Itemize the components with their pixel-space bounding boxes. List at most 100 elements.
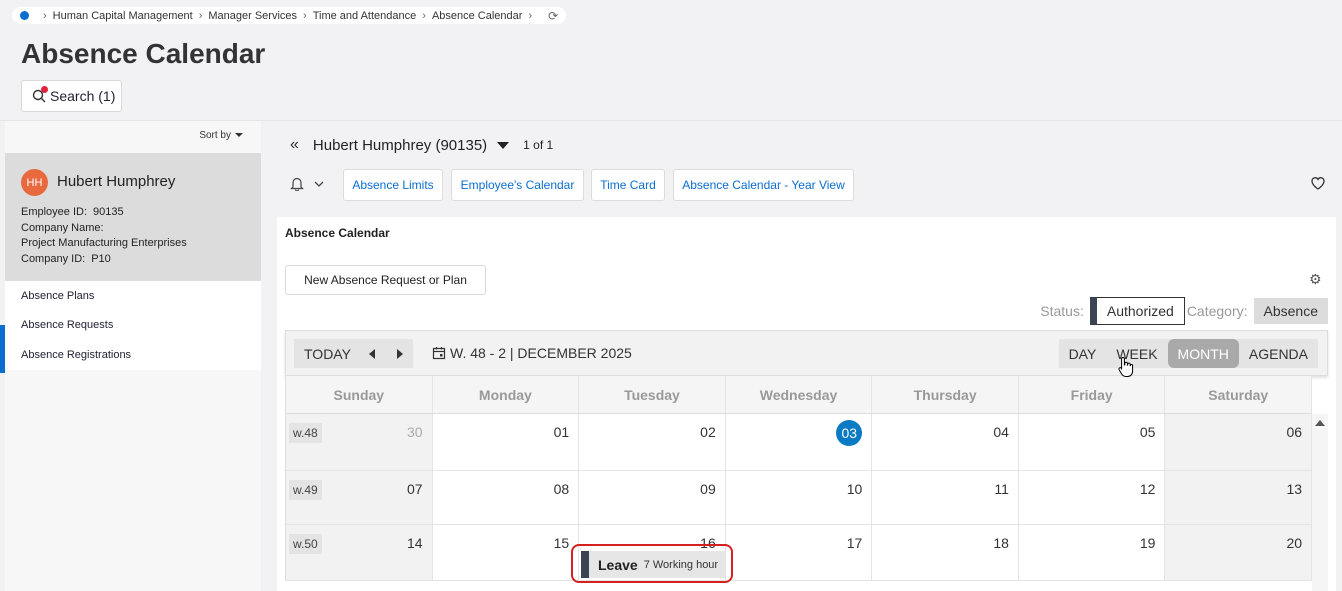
day-number: 07 <box>407 481 423 497</box>
day-number: 13 <box>1286 481 1303 497</box>
day-cell[interactable]: w.50 14 <box>286 525 433 580</box>
active-nav-marker <box>0 325 5 373</box>
weekday-wednesday: Wednesday <box>726 376 873 413</box>
sort-by-dropdown[interactable]: Sort by <box>199 130 243 141</box>
refresh-icon[interactable]: ⟳ <box>548 9 558 23</box>
week-number-badge[interactable]: w.49 <box>289 480 322 500</box>
absence-limits-button[interactable]: Absence Limits <box>343 169 443 201</box>
weekday-sunday: Sunday <box>286 376 433 413</box>
next-arrow-icon[interactable] <box>396 348 403 359</box>
chevron-right-icon: › <box>43 9 47 22</box>
breadcrumb-item-time-attendance[interactable]: Time and Attendance <box>313 10 417 22</box>
search-button[interactable]: Search (1) <box>21 80 122 112</box>
collapse-panel-icon[interactable]: « <box>290 136 299 154</box>
company-name-value: Project Manufacturing Enterprises <box>21 237 187 249</box>
filter-row: Status: Authorized Category: Absence <box>1040 297 1328 325</box>
hand-pointer-cursor-icon <box>1118 356 1134 377</box>
current-date-label: W. 48 - 2 | DECEMBER 2025 <box>450 345 632 361</box>
weekday-monday: Monday <box>433 376 580 413</box>
day-number: 18 <box>993 535 1009 551</box>
day-cell[interactable]: 12 <box>1019 471 1166 524</box>
day-number: 17 <box>846 535 863 551</box>
date-navigation: TODAY <box>294 339 413 368</box>
day-cell[interactable]: 10 <box>726 471 873 524</box>
year-view-button[interactable]: Absence Calendar - Year View <box>673 169 854 201</box>
employees-calendar-button[interactable]: Employee's Calendar <box>451 169 584 201</box>
favorite-heart-icon[interactable] <box>1310 175 1326 191</box>
day-number: 09 <box>700 481 716 497</box>
weekday-tuesday: Tuesday <box>579 376 726 413</box>
view-switcher: DAY WEEK MONTH AGENDA <box>1058 339 1318 368</box>
day-cell[interactable]: 06 <box>1165 414 1313 470</box>
notifications-menu[interactable] <box>290 176 324 191</box>
day-cell[interactable]: 08 <box>433 471 580 524</box>
day-number: 10 <box>846 481 863 497</box>
day-number: 14 <box>407 535 423 551</box>
vertical-scrollbar[interactable] <box>1312 414 1328 591</box>
week-number-badge[interactable]: w.48 <box>289 423 322 443</box>
day-cell[interactable]: 13 <box>1165 471 1313 524</box>
day-cell[interactable]: 01 <box>433 414 580 470</box>
category-filter[interactable]: Absence <box>1253 298 1328 324</box>
view-month-button[interactable]: MONTH <box>1167 339 1239 368</box>
status-filter[interactable]: Authorized <box>1089 297 1185 325</box>
day-number: 20 <box>1286 535 1303 551</box>
chevron-right-icon: › <box>422 9 426 22</box>
page-title: Absence Calendar <box>21 38 266 69</box>
week-row: w.48 30 01 02 03 04 05 06 <box>286 414 1313 471</box>
weekday-friday: Friday <box>1019 376 1166 413</box>
day-number: 11 <box>994 481 1009 497</box>
search-icon <box>32 86 48 103</box>
time-card-button[interactable]: Time Card <box>591 169 665 201</box>
view-day-button[interactable]: DAY <box>1059 339 1107 368</box>
search-label: Search (1) <box>50 88 116 104</box>
date-picker[interactable]: W. 48 - 2 | DECEMBER 2025 <box>432 345 632 361</box>
employee-details: Employee ID: 90135 Company Name: Project … <box>21 205 187 267</box>
view-agenda-button[interactable]: AGENDA <box>1239 339 1318 368</box>
previous-arrow-icon[interactable] <box>368 348 375 359</box>
employee-switch-name[interactable]: Hubert Humphrey (90135) <box>313 137 487 154</box>
sidebar-item-absence-plans[interactable]: Absence Plans <box>5 281 261 311</box>
breadcrumb: › Human Capital Management › Manager Ser… <box>12 7 567 24</box>
day-cell[interactable]: 04 <box>872 414 1019 470</box>
day-cell[interactable]: 18 <box>872 525 1019 580</box>
today-button[interactable]: TODAY <box>304 346 351 362</box>
sidebar-item-absence-requests[interactable]: Absence Requests <box>5 311 261 341</box>
view-week-button[interactable]: WEEK <box>1106 339 1167 368</box>
caret-down-icon[interactable] <box>497 141 510 149</box>
avatar: HH <box>21 169 48 196</box>
sidebar-nav: Absence Plans Absence Requests Absence R… <box>5 281 261 370</box>
day-cell[interactable]: 09 <box>579 471 726 524</box>
day-cell[interactable]: w.48 30 <box>286 414 433 470</box>
gear-icon[interactable]: ⚙ <box>1309 271 1322 288</box>
employee-name: Hubert Humphrey <box>57 173 176 190</box>
employee-id-value: 90135 <box>93 206 124 218</box>
day-cell[interactable]: 03 <box>726 414 873 470</box>
day-cell[interactable]: 05 <box>1019 414 1166 470</box>
chevron-right-icon: › <box>528 9 533 22</box>
sort-by-label: Sort by <box>199 130 231 141</box>
week-number-badge[interactable]: w.50 <box>289 534 322 554</box>
calendar-icon <box>432 347 446 360</box>
breadcrumb-item-hcm[interactable]: Human Capital Management <box>53 10 193 22</box>
day-number: 06 <box>1286 424 1303 440</box>
employee-id-label: Employee ID: <box>21 206 88 218</box>
breadcrumb-item-manager-services[interactable]: Manager Services <box>208 10 297 22</box>
day-cell[interactable]: w.49 07 <box>286 471 433 524</box>
day-cell[interactable]: 02 <box>579 414 726 470</box>
day-cell[interactable]: 11 <box>872 471 1019 524</box>
day-cell[interactable]: 20 <box>1165 525 1313 580</box>
sidebar-item-absence-registrations[interactable]: Absence Registrations <box>5 340 261 370</box>
day-cell[interactable]: 15 <box>433 525 580 580</box>
breadcrumb-item-absence-calendar[interactable]: Absence Calendar <box>432 10 523 22</box>
day-cell[interactable]: 19 <box>1019 525 1166 580</box>
day-cell[interactable]: 17 <box>726 525 873 580</box>
employee-card[interactable]: HH Hubert Humphrey Employee ID: 90135 Com… <box>5 153 261 281</box>
scroll-up-arrow-icon[interactable] <box>1315 420 1325 426</box>
home-icon[interactable] <box>20 11 29 20</box>
day-number: 08 <box>553 481 570 497</box>
day-number: 02 <box>700 424 716 440</box>
new-absence-request-button[interactable]: New Absence Request or Plan <box>285 265 486 295</box>
weekday-thursday: Thursday <box>872 376 1019 413</box>
chevron-down-icon <box>314 181 324 187</box>
